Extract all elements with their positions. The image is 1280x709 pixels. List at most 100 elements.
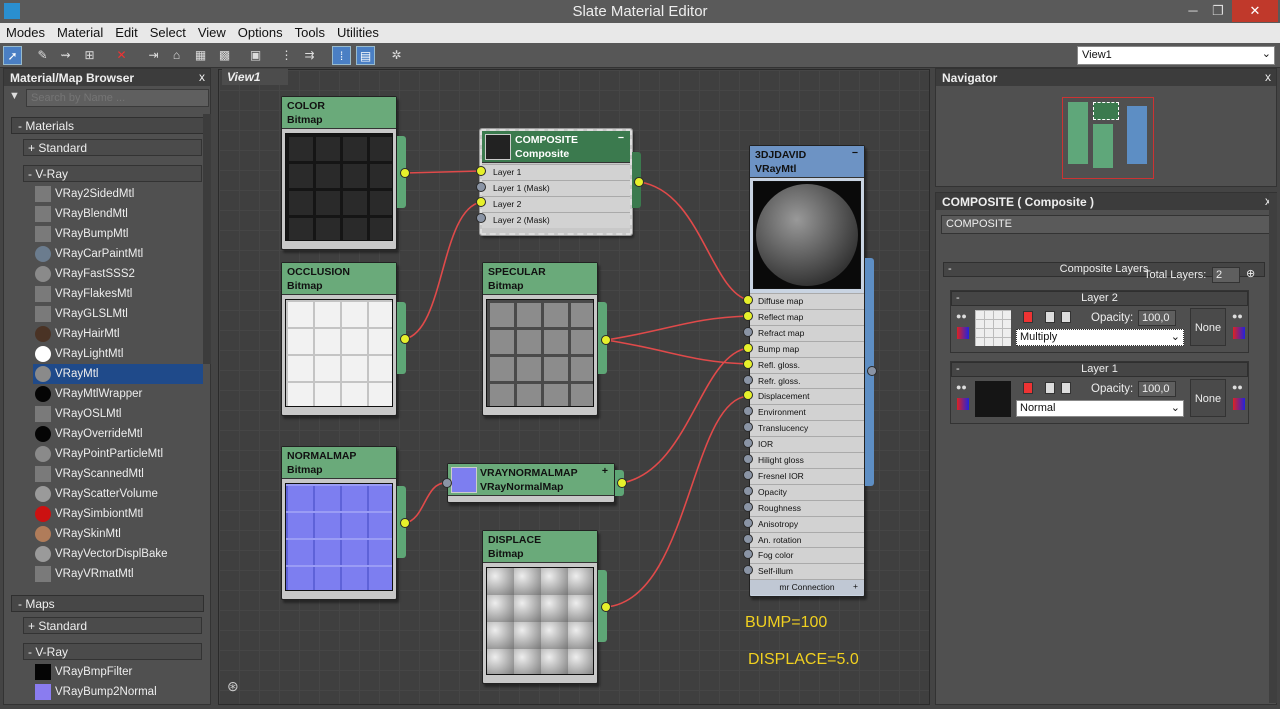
normalmap-bitmap-node[interactable]: NORMALMAP Bitmap [281, 446, 397, 600]
specular-output-socket[interactable] [601, 335, 611, 345]
vraymtl-input-socket[interactable] [743, 517, 753, 528]
composite-input-socket-layer2-mask[interactable] [476, 213, 486, 223]
layer1-rename-icon[interactable] [1045, 382, 1055, 394]
occlusion-output-socket[interactable] [400, 334, 410, 344]
vraymtl-input-socket[interactable] [743, 533, 753, 544]
displace-output-socket[interactable] [601, 602, 611, 612]
layer2-color-correct-icon[interactable] [957, 327, 969, 339]
vraymtl-input-socket[interactable] [743, 358, 753, 369]
normalmap-node-type: Bitmap [287, 464, 323, 476]
properties-panel: COMPOSITE ( Composite ) x COMPOSITE - Comp… [935, 192, 1277, 705]
vraymtl-slot[interactable]: Environment [750, 404, 864, 421]
vraymtl-slot[interactable]: Reflect map [750, 308, 864, 325]
vraymtl-slot[interactable]: Self-illum [750, 563, 864, 580]
vraynormalmap-expand-button[interactable]: + [602, 464, 608, 478]
vraynormalmap-input-socket[interactable] [442, 478, 452, 488]
displace-bitmap-node[interactable]: DISPLACE Bitmap [482, 530, 598, 684]
vraymtl-slot[interactable]: Roughness [750, 499, 864, 516]
binoculars-icon[interactable]: ⊛ [227, 678, 239, 695]
layer1-opacity-spinner[interactable]: 100,0 [1138, 381, 1176, 397]
vraynormalmap-node[interactable]: VRAYNORMALMAP VRayNormalMap + [447, 463, 615, 503]
vraymtl-slot[interactable]: IOR [750, 436, 864, 453]
layer2-mask-cc-icon[interactable] [1233, 327, 1245, 339]
rollout-toggle[interactable]: - [948, 263, 952, 276]
layer2-mask-none-button[interactable]: None [1190, 308, 1226, 346]
vraymtl-slot[interactable]: An. rotation [750, 531, 864, 548]
layer2-map-thumbnail[interactable] [975, 310, 1011, 346]
layer2-duplicate-icon[interactable] [1061, 311, 1071, 323]
color-bitmap-node[interactable]: COLOR Bitmap [281, 96, 397, 250]
vraymtl-slot[interactable]: Refl. gloss. [750, 356, 864, 373]
layer1-duplicate-icon[interactable] [1061, 382, 1071, 394]
vraymtl-output-socket[interactable] [867, 366, 877, 376]
material-name-field[interactable]: COMPOSITE [941, 215, 1273, 234]
layer1-mask-visibility-icon[interactable]: ●● [1232, 382, 1243, 392]
vraymtl-input-socket[interactable] [743, 326, 753, 337]
composite-slot-layer2[interactable]: Layer 2 [482, 196, 630, 212]
vraymtl-input-socket[interactable] [743, 485, 753, 496]
vraymtl-input-socket[interactable] [743, 454, 753, 464]
vraymtl-collapse-button[interactable]: − [852, 146, 858, 160]
layer1-toggle[interactable]: - [956, 363, 960, 376]
mr-connection-expand[interactable]: + [853, 581, 858, 591]
vraymtl-slot[interactable]: Opacity [750, 483, 864, 500]
vraymtl-input-socket[interactable] [743, 501, 753, 512]
layer2-header[interactable]: - Layer 2 [951, 291, 1248, 306]
vraymtl-slot[interactable]: Fog color [750, 547, 864, 564]
layer1-mask-none-button[interactable]: None [1190, 379, 1226, 417]
vraymtl-input-socket[interactable] [743, 310, 753, 321]
composite-output-socket[interactable] [634, 177, 644, 187]
layer1-mask-cc-icon[interactable] [1233, 398, 1245, 410]
vraymtl-input-socket[interactable] [743, 342, 753, 353]
add-layer-icon[interactable]: ⊕ [1246, 267, 1262, 283]
composite-collapse-button[interactable]: − [618, 131, 624, 145]
layer1-color-correct-icon[interactable] [957, 398, 969, 410]
vraymtl-node[interactable]: 3DJDAVID VRayMtl − Diffuse map Reflect map R… [749, 145, 865, 597]
layer2-blend-mode-select[interactable]: Multiply ⌄ [1016, 329, 1184, 346]
layer1-blend-mode-select[interactable]: Normal ⌄ [1016, 400, 1184, 417]
vraymtl-input-socket[interactable] [743, 469, 753, 480]
vraymtl-slot[interactable]: Fresnel IOR [750, 467, 864, 484]
composite-slot-layer1[interactable]: Layer 1 [482, 164, 630, 180]
vraymtl-slot[interactable]: Diffuse map [750, 293, 864, 309]
vraymtl-slot[interactable]: Hilight gloss [750, 452, 864, 468]
mr-connection-label: mr Connection [779, 582, 835, 592]
layer1-header[interactable]: - Layer 1 [951, 362, 1248, 377]
layer2-toggle[interactable]: - [956, 292, 960, 305]
color-output-socket[interactable] [400, 168, 410, 178]
rollout-title: Composite Layers [1059, 263, 1149, 275]
layer2-mask-visibility-icon[interactable]: ●● [1232, 311, 1243, 321]
specular-bitmap-node[interactable]: SPECULAR Bitmap [482, 262, 598, 416]
vraymtl-slot[interactable]: Refract map [750, 324, 864, 341]
composite-node[interactable]: COMPOSITE Composite − Layer 1 Layer 1 (Ma… [479, 128, 633, 236]
vraymtl-slot[interactable]: Bump map [750, 340, 864, 357]
vraymtl-input-socket[interactable] [743, 295, 753, 305]
mr-connection-row[interactable]: mr Connection + [750, 579, 864, 595]
composite-input-socket-layer1-mask[interactable] [476, 182, 486, 192]
layer2-delete-icon[interactable] [1023, 311, 1033, 323]
vraymtl-slot[interactable]: Anisotropy [750, 515, 864, 532]
composite-slot-layer2-mask[interactable]: Layer 2 (Mask) [482, 212, 630, 228]
nav-node-mini [1127, 106, 1147, 164]
composite-slot-layer1-mask[interactable]: Layer 1 (Mask) [482, 180, 630, 196]
navigator-viewport[interactable] [1062, 97, 1154, 179]
normalmap-output-socket[interactable] [400, 518, 410, 528]
occlusion-bitmap-node[interactable]: OCCLUSION Bitmap [281, 262, 397, 416]
layer1-map-thumbnail[interactable] [975, 381, 1011, 417]
composite-input-socket-layer2[interactable] [476, 197, 486, 207]
composite-input-socket-layer1[interactable] [476, 166, 486, 176]
layer2-rename-icon[interactable] [1045, 311, 1055, 323]
composite-node-type: Composite [515, 148, 570, 160]
vraynormalmap-output-socket[interactable] [617, 478, 627, 488]
layer2-visibility-icon[interactable]: ●● [956, 311, 967, 321]
vraymtl-slot[interactable]: Translucency [750, 420, 864, 437]
layer1-delete-icon[interactable] [1023, 382, 1033, 394]
vraymtl-slot[interactable]: Refr. gloss. [750, 372, 864, 389]
layer2-opacity-spinner[interactable]: 100,0 [1138, 310, 1176, 326]
total-layers-field[interactable]: 2 [1212, 267, 1240, 283]
properties-scrollbar[interactable] [1269, 193, 1277, 703]
layer1-visibility-icon[interactable]: ●● [956, 382, 967, 392]
vraymtl-slot[interactable]: Displacement [750, 388, 864, 405]
navigator-close-button[interactable]: x [1265, 70, 1271, 84]
vraymtl-input-socket[interactable] [743, 374, 753, 385]
